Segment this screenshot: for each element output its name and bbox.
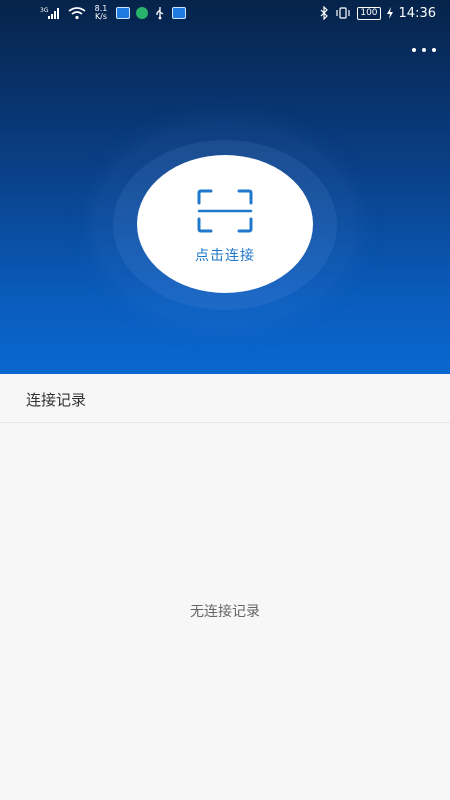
status-bar-right: 100 14:36	[319, 4, 436, 22]
charging-icon	[386, 7, 393, 19]
status-time: 14:36	[398, 5, 436, 21]
status-bar: 3G 8.1 K/s 100 14:36	[0, 0, 450, 26]
status-bar-left: 3G 8.1 K/s	[40, 4, 186, 22]
connection-records-header: 连接记录	[0, 374, 450, 423]
more-options-button[interactable]	[412, 42, 436, 58]
hero-section: 3G 8.1 K/s 100 14:36 点击连接	[0, 0, 450, 374]
records-title: 连接记录	[26, 391, 87, 409]
bluetooth-icon	[320, 6, 329, 20]
battery-icon: 100	[357, 6, 381, 20]
usb-icon	[156, 7, 164, 20]
app-icon	[116, 7, 130, 19]
message-app-icon	[172, 7, 186, 19]
more-dot-icon	[432, 48, 436, 52]
scan-icon	[197, 189, 253, 233]
more-dot-icon	[412, 48, 416, 52]
svg-text:3G: 3G	[40, 7, 49, 14]
connect-label: 点击连接	[195, 248, 255, 264]
empty-records-message: 无连接记录	[190, 604, 260, 620]
network-speed: 8.1 K/s	[94, 4, 108, 21]
vibrate-icon	[336, 7, 350, 19]
more-dot-icon	[422, 48, 426, 52]
wifi-icon	[68, 7, 86, 20]
app-screen: 3G 8.1 K/s 100 14:36 点击连接 连接记录 无连接记录	[0, 0, 450, 800]
connect-button[interactable]: 点击连接	[137, 155, 313, 293]
wechat-icon	[136, 7, 148, 19]
signal-icon: 3G	[40, 7, 59, 19]
